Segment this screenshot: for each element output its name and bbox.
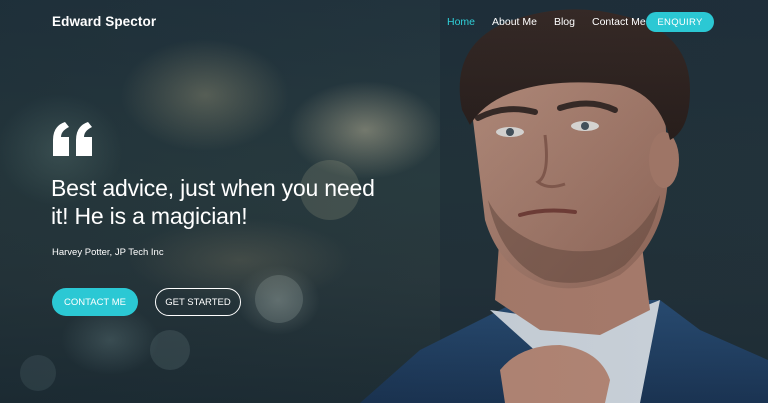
testimonial-attribution: Harvey Potter, JP Tech Inc <box>52 247 164 258</box>
get-started-button[interactable]: GET STARTED <box>155 288 241 316</box>
quote-icon <box>53 122 92 156</box>
site-header: Edward Spector Home About Me Blog Contac… <box>0 0 768 44</box>
contact-me-button[interactable]: CONTACT ME <box>52 288 138 316</box>
testimonial-headline: Best advice, just when you need it! He i… <box>51 175 375 229</box>
nav-item-home[interactable]: Home <box>447 16 475 28</box>
site-brand[interactable]: Edward Spector <box>52 14 156 29</box>
nav-item-blog[interactable]: Blog <box>554 16 575 28</box>
main-nav: Home About Me Blog Contact Me <box>447 16 663 28</box>
enquiry-button[interactable]: ENQUIRY <box>646 12 714 32</box>
nav-item-contact-me[interactable]: Contact Me <box>592 16 646 28</box>
nav-item-about-me[interactable]: About Me <box>492 16 537 28</box>
